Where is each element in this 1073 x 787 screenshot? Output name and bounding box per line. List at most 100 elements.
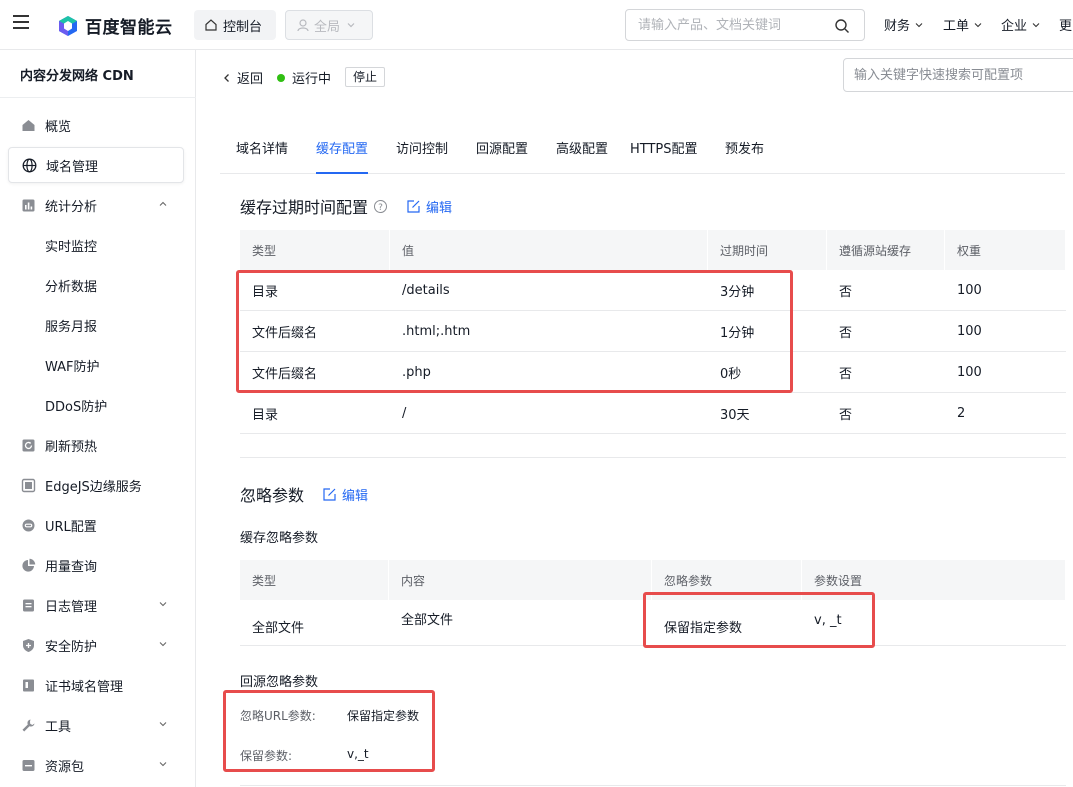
sidebar: 内容分发网络 CDN 概览 域名管理 统计分析 实时监控 分析数据 服务月报 W…: [0, 50, 196, 787]
tab-advanced-config[interactable]: 高级配置: [556, 138, 608, 174]
home-icon: [20, 117, 36, 133]
sidebar-item-resource-package[interactable]: 资源包: [8, 747, 184, 783]
tab-cache-config[interactable]: 缓存配置: [316, 138, 369, 174]
chevron-down-icon: [974, 22, 982, 27]
config-search-input[interactable]: [854, 59, 1073, 91]
column-header: 遵循源站缓存: [827, 230, 945, 270]
chevron-down-icon: [915, 22, 923, 27]
cache-expiry-section-title: 缓存过期时间配置 ? 编辑: [240, 194, 452, 218]
sidebar-item-waf[interactable]: WAF防护: [8, 347, 184, 383]
nav-finance-label: 财务: [884, 19, 911, 34]
column-header: 值: [390, 230, 708, 270]
table-cell: 目录: [252, 407, 279, 423]
tab-prerelease[interactable]: 预发布: [725, 138, 764, 174]
cache-expiry-table: 类型 值 过期时间 遵循源站缓存 权重 目录 /details 3分钟 否 10…: [240, 230, 1066, 434]
sidebar-item-realtime-monitor[interactable]: 实时监控: [8, 227, 184, 263]
sidebar-item-url-config[interactable]: URL配置: [8, 507, 184, 543]
origin-url-label: 忽略URL参数:: [240, 709, 316, 723]
edit-label: 编辑: [342, 488, 369, 504]
back-label: 返回: [237, 72, 264, 87]
sidebar-item-label: 用量查询: [45, 559, 98, 575]
sidebar-item-label: 刷新预热: [45, 439, 98, 455]
sidebar-item-monthly-report[interactable]: 服务月报: [8, 307, 184, 343]
sidebar-item-ddos[interactable]: DDoS防护: [8, 387, 184, 423]
table-row: 目录 / 30天 否 2: [240, 393, 1066, 434]
cache-ignore-subtitle: 缓存忽略参数: [240, 531, 319, 546]
table-row: 全部文件 全部文件 保留指定参数 v, _t: [240, 600, 1066, 646]
sidebar-item-usage-query[interactable]: 用量查询: [8, 547, 184, 583]
edit-label: 编辑: [426, 200, 453, 216]
tab-access-control[interactable]: 访问控制: [396, 138, 448, 174]
brand-name: 百度智能云: [85, 18, 173, 38]
sidebar-item-label: WAF防护: [45, 359, 100, 375]
table-cell: 否: [839, 366, 853, 382]
svg-text:?: ?: [378, 202, 383, 212]
nav-ticket[interactable]: 工单: [943, 15, 983, 34]
edit-ignore-params-button[interactable]: 编辑: [322, 485, 368, 504]
console-label: 控制台: [223, 19, 263, 35]
sidebar-item-tools[interactable]: 工具: [8, 707, 184, 743]
chevron-down-icon: [159, 762, 167, 767]
column-header: 忽略参数: [652, 560, 802, 600]
column-header: 类型: [240, 230, 390, 270]
column-header: 参数设置: [802, 560, 1066, 600]
tab-domain-details[interactable]: 域名详情: [236, 138, 288, 174]
table-cell: 否: [839, 284, 853, 300]
edge-icon: [20, 477, 36, 493]
wrench-icon: [20, 717, 36, 733]
link-icon: [20, 517, 36, 533]
table-cell: 否: [839, 325, 853, 341]
table-cell: 目录: [252, 284, 279, 300]
sidebar-item-label: EdgeJS边缘服务: [45, 479, 142, 495]
tab-https-config[interactable]: HTTPS配置: [630, 138, 698, 174]
table-row: 文件后缀名 .html;.htm 1分钟 否 100: [240, 311, 1066, 352]
table-header: 类型 值 过期时间 遵循源站缓存 权重: [240, 230, 1066, 270]
top-bar: 百度智能云 控制台 全局 财务 工单 企业 更: [0, 0, 1073, 50]
sidebar-item-refresh-prefetch[interactable]: 刷新预热: [8, 427, 184, 463]
global-search-input[interactable]: [638, 10, 828, 40]
sidebar-item-analysis-data[interactable]: 分析数据: [8, 267, 184, 303]
refresh-icon: [20, 437, 36, 453]
back-button[interactable]: 返回 运行中: [222, 68, 331, 87]
help-icon[interactable]: ?: [373, 199, 388, 214]
menu-icon[interactable]: [13, 15, 29, 29]
sidebar-item-log-management[interactable]: 日志管理: [8, 587, 184, 623]
table-header: 类型 内容 忽略参数 参数设置: [240, 560, 1066, 600]
origin-keep-label: 保留参数:: [240, 749, 293, 763]
table-cell: 1分钟: [720, 325, 755, 341]
stop-button[interactable]: 停止: [345, 67, 386, 87]
tab-origin-config[interactable]: 回源配置: [476, 138, 528, 174]
cloud-logo-icon: [57, 15, 79, 37]
sidebar-item-security[interactable]: 安全防护: [8, 627, 184, 663]
chevron-up-icon: [159, 201, 167, 206]
nav-more[interactable]: 更: [1059, 15, 1072, 34]
table-row: 目录 /details 3分钟 否 100: [240, 270, 1066, 311]
edit-cache-expiry-button[interactable]: 编辑: [406, 197, 452, 216]
global-search[interactable]: [625, 9, 865, 41]
table-cell: 0秒: [720, 366, 742, 382]
sidebar-item-edgejs[interactable]: EdgeJS边缘服务: [8, 467, 184, 503]
sidebar-item-certificate-domain[interactable]: 证书域名管理: [8, 667, 184, 703]
package-icon: [20, 757, 36, 773]
sidebar-item-statistics[interactable]: 统计分析: [8, 187, 184, 223]
sidebar-item-overview[interactable]: 概览: [8, 107, 184, 143]
table-cell: 2: [957, 405, 966, 421]
status-text: 运行中: [292, 72, 332, 87]
sidebar-item-label: 资源包: [45, 759, 85, 775]
sidebar-item-domain-management[interactable]: 域名管理: [8, 147, 184, 183]
sidebar-item-label: 域名管理: [46, 159, 99, 175]
table-cell: .html;.htm: [402, 323, 471, 339]
nav-finance[interactable]: 财务: [884, 15, 924, 34]
nav-enterprise[interactable]: 企业: [1001, 15, 1041, 34]
console-button[interactable]: 控制台: [194, 10, 276, 40]
home-icon: [205, 19, 217, 31]
table-cell: .php: [402, 364, 431, 380]
config-search[interactable]: [843, 58, 1073, 92]
scope-select[interactable]: 全局: [285, 10, 373, 40]
chart-icon: [20, 197, 36, 213]
chevron-down-icon: [347, 23, 355, 28]
brand-logo[interactable]: 百度智能云: [57, 13, 173, 38]
search-icon[interactable]: [834, 18, 850, 34]
certificate-icon: [20, 677, 36, 693]
shield-icon: [20, 637, 36, 653]
